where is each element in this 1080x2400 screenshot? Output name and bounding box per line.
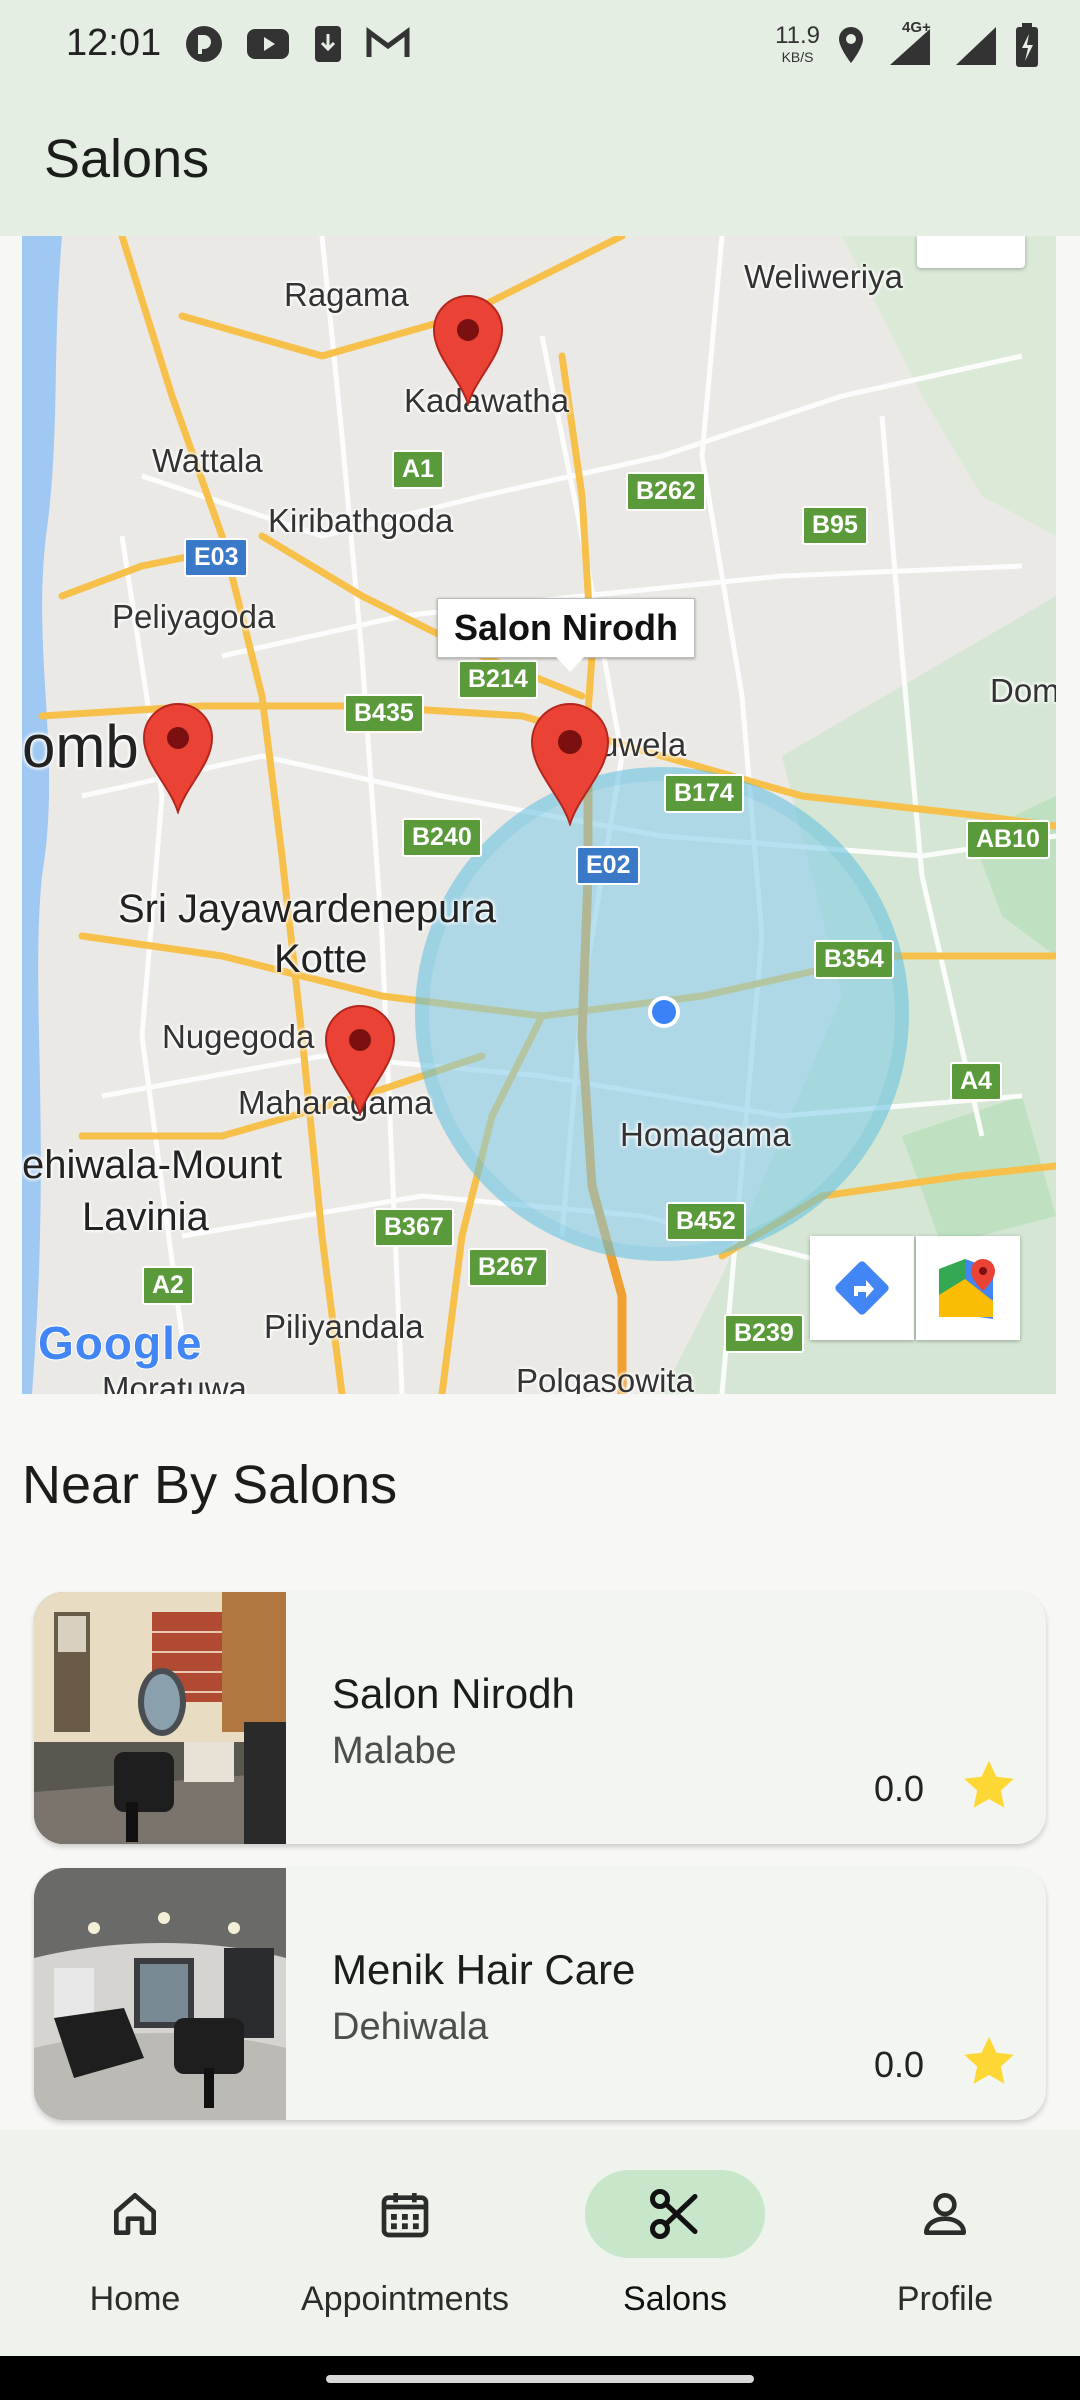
salon-photo (34, 1868, 286, 2120)
salon-location: Dehiwala (332, 2006, 489, 2048)
nav-item-home[interactable]: Home (0, 2130, 270, 2356)
route-shield-b239: B239 (724, 1314, 804, 1353)
route-shield-b452: B452 (666, 1202, 746, 1241)
map-label-moratuwa: Moratuwa (102, 1370, 247, 1394)
route-shield-ab10: AB10 (966, 820, 1050, 859)
map-label-kotte: Kotte (274, 937, 368, 981)
page-title: Salons (44, 129, 210, 189)
nav-item-appointments[interactable]: Appointments (270, 2130, 540, 2356)
map-label-dom: Dom (990, 672, 1056, 709)
marker-info-window[interactable]: Salon Nirodh (437, 598, 695, 672)
person-icon (924, 2193, 966, 2235)
route-shield-b95: B95 (802, 506, 868, 545)
home-gesture-handle[interactable] (326, 2375, 754, 2383)
salon-card[interactable]: Menik Hair Care Dehiwala 0.0 (34, 1868, 1046, 2120)
salon-photo (34, 1592, 286, 1844)
map-label-lavinia: Lavinia (82, 1195, 209, 1239)
star-icon (964, 1760, 1014, 1808)
youtube-icon (247, 29, 289, 59)
route-shield-b214: B214 (458, 660, 538, 699)
map-label-kiribathgoda: Kiribathgoda (268, 502, 454, 539)
map-label-peliyagoda: Peliyagoda (112, 598, 276, 635)
salon-name: Salon Nirodh (332, 1670, 575, 1717)
map-label-piliyandala: Piliyandala (264, 1308, 424, 1345)
home-icon (114, 2193, 157, 2235)
status-bar: 12:01 11.9 KB/S 4G+ (0, 0, 1080, 90)
route-shield-b354: B354 (814, 940, 894, 979)
calendar-icon (381, 2193, 429, 2238)
route-shield-a1: A1 (392, 450, 444, 489)
route-shield-a4: A4 (950, 1062, 1002, 1101)
section-title-nearby: Near By Salons (22, 1455, 398, 1515)
gmail-icon (366, 27, 410, 57)
map-label-ragama: Ragama (284, 276, 409, 313)
map-label-dehiwala: ehiwala-Mount (22, 1143, 283, 1187)
salon-marker[interactable] (142, 702, 214, 814)
nav-item-salons[interactable]: Salons (540, 2130, 810, 2356)
google-maps-icon (939, 1259, 995, 1319)
route-shield-e02: E02 (576, 846, 641, 885)
route-shield-e03: E03 (184, 538, 249, 577)
route-shield-b435: B435 (344, 694, 424, 733)
salon-card[interactable]: Salon Nirodh Malabe 0.0 (34, 1592, 1046, 1844)
nav-item-profile[interactable]: Profile (810, 2130, 1080, 2356)
battery-charging-icon (1016, 23, 1038, 67)
map-label-sri-jayawardenepura: Sri Jayawardenepura (118, 887, 496, 931)
nav-active-indicator (585, 2170, 765, 2258)
route-shield-b267: B267 (468, 1248, 548, 1287)
route-shield-a2: A2 (142, 1266, 194, 1305)
map-label-kaduwela: uwela (600, 726, 687, 763)
salon-marker-selected[interactable] (530, 702, 610, 826)
status-time: 12:01 (66, 22, 162, 64)
route-shield-b367: B367 (374, 1208, 454, 1247)
route-shield-b262: B262 (626, 472, 706, 511)
scissors-icon (650, 2189, 698, 2239)
directions-button[interactable] (810, 1236, 914, 1340)
notification-icons (184, 24, 410, 64)
signal-icon (956, 27, 996, 65)
app-notification-icon (186, 26, 222, 62)
route-shield-b240: B240 (402, 818, 482, 857)
system-icons: 11.9 KB/S 4G+ (775, 19, 1040, 68)
map-label-wattala: Wattala (152, 442, 263, 479)
nav-label: Appointments (301, 2280, 509, 2318)
location-icon (839, 27, 863, 63)
salon-rating: 0.0 (874, 1768, 925, 1809)
download-icon (315, 26, 341, 62)
salon-location: Malabe (332, 1730, 457, 1772)
directions-icon (835, 1261, 889, 1315)
net-speed: 11.9 KB/S (775, 22, 820, 66)
signal-4g-icon: 4G+ (882, 19, 938, 67)
map-zoom-control[interactable] (917, 236, 1025, 268)
gesture-bar (0, 2356, 1080, 2400)
google-logo: Google (37, 1316, 203, 1370)
salon-rating: 0.0 (874, 2044, 925, 2085)
map-view[interactable]: Ragama Weliweriya Kadawatha Wattala Kiri… (22, 236, 1056, 1394)
app-bar: Salons (0, 90, 1080, 236)
nav-label: Salons (623, 2280, 727, 2318)
bottom-navigation: Home Appointments Salons Profile (0, 2130, 1080, 2356)
salon-name: Menik Hair Care (332, 1946, 636, 1993)
map-label-colombo: omb (22, 713, 139, 780)
nav-label: Profile (896, 2280, 994, 2318)
star-icon (964, 2036, 1014, 2084)
salon-marker[interactable] (432, 294, 504, 406)
route-shield-b174: B174 (664, 774, 744, 813)
map-label-weliweriya: Weliweriya (744, 258, 903, 295)
open-google-maps-button[interactable] (916, 1236, 1020, 1340)
nav-label: Home (89, 2280, 181, 2318)
map-label-homagama: Homagama (620, 1116, 791, 1153)
map-label-polgasowita: Polgasowita (516, 1362, 694, 1394)
salon-marker[interactable] (324, 1004, 396, 1116)
map-label-nugegoda: Nugegoda (162, 1018, 315, 1055)
